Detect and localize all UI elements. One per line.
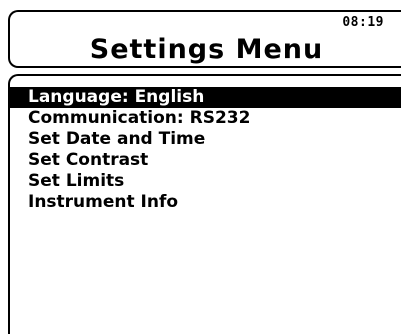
- menu-item-set-date-time[interactable]: Set Date and Time: [10, 129, 401, 150]
- settings-menu-list: Language: English Communication: RS232 S…: [10, 87, 401, 213]
- menu-item-communication[interactable]: Communication: RS232: [10, 108, 401, 129]
- clock-time: 08:19: [342, 15, 384, 30]
- menu-item-set-contrast[interactable]: Set Contrast: [10, 150, 401, 171]
- page-title: Settings Menu: [89, 34, 324, 65]
- menu-item-set-limits[interactable]: Set Limits: [10, 171, 401, 192]
- menu-item-instrument-info[interactable]: Instrument Info: [10, 192, 401, 213]
- menu-panel: Language: English Communication: RS232 S…: [8, 74, 401, 334]
- menu-item-language[interactable]: Language: English: [10, 87, 401, 108]
- header-panel: 08:19 Settings Menu: [8, 10, 401, 68]
